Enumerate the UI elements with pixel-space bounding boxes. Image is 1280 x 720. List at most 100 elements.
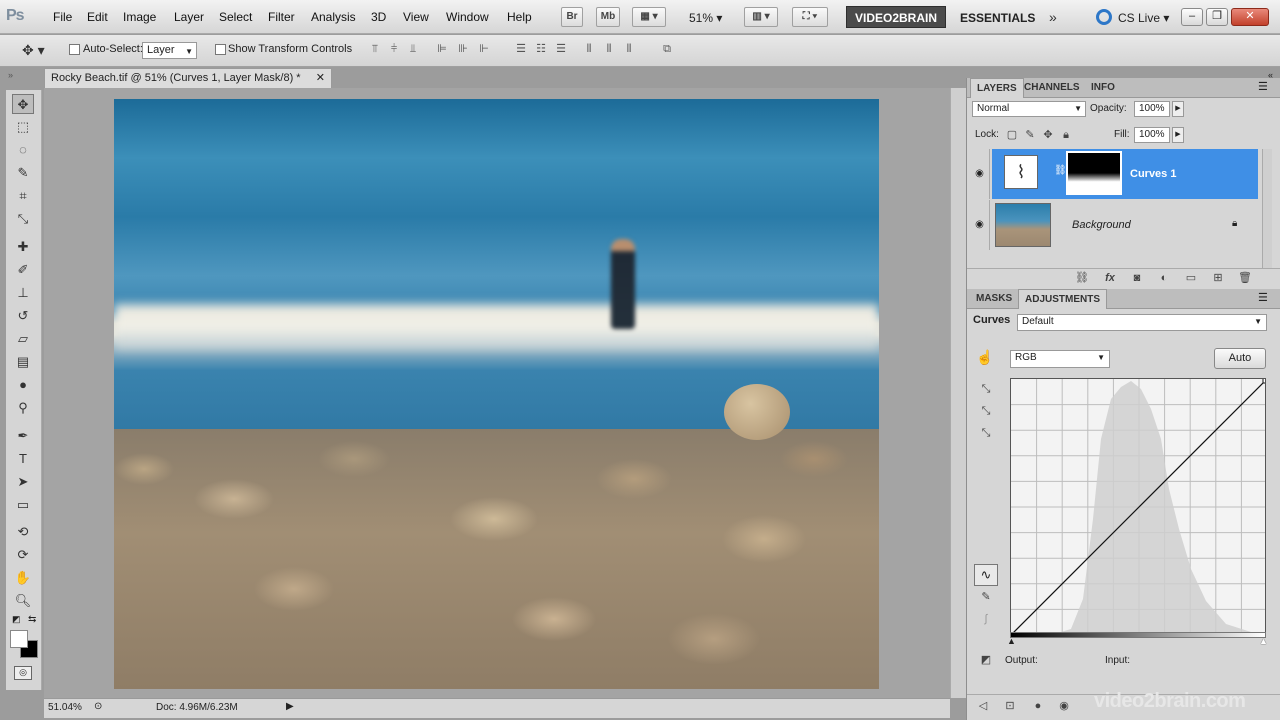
close-document-icon[interactable]: ✕ — [316, 69, 325, 88]
menu-layer[interactable]: Layer — [174, 10, 204, 24]
layers-panel-menu-icon[interactable]: ☰ — [1258, 80, 1268, 93]
extras-button[interactable]: ▦ ▾ — [632, 7, 666, 27]
gray-point-eyedropper-icon[interactable]: ⤡ — [978, 403, 994, 419]
curve-points-tool-icon[interactable]: ∿ — [974, 564, 998, 586]
menu-view[interactable]: View — [403, 10, 429, 24]
zoom-level-menu[interactable]: 51% ▾ — [689, 11, 722, 25]
align-hcenter-icon[interactable]: ⊪ — [456, 42, 470, 56]
black-input-slider-icon[interactable]: ▲ — [1007, 636, 1016, 646]
channel-dropdown[interactable]: RGB ▼ — [1010, 350, 1110, 368]
menu-edit[interactable]: Edit — [87, 10, 108, 24]
document-image[interactable] — [114, 99, 879, 689]
fill-slider-arrow-icon[interactable]: ▶ — [1172, 127, 1184, 143]
workspace-essentials-button[interactable]: ESSENTIALS — [960, 11, 1035, 25]
type-tool-icon[interactable]: T — [12, 449, 34, 469]
menu-help[interactable]: Help — [507, 10, 532, 24]
tab-info[interactable]: INFO — [1085, 78, 1121, 98]
auto-button[interactable]: Auto — [1214, 348, 1266, 369]
swap-colors-icon[interactable]: ⇆ — [28, 614, 36, 625]
maximize-button[interactable]: ❐ — [1206, 8, 1228, 26]
white-input-slider-icon[interactable]: ▲ — [1259, 636, 1268, 646]
foreground-color-swatch[interactable] — [10, 630, 28, 648]
3d-rotate-tool-icon[interactable]: ⟲ — [12, 522, 34, 542]
align-right-icon[interactable]: ⊩ — [477, 42, 491, 56]
bridge-button[interactable]: Br — [561, 7, 583, 27]
lock-image-icon[interactable]: ✎ — [1022, 127, 1038, 143]
align-left-icon[interactable]: ⊫ — [435, 42, 449, 56]
return-to-list-icon[interactable]: ◁ — [975, 698, 991, 714]
curve-pencil-tool-icon[interactable]: ✎ — [978, 589, 994, 605]
on-image-adjust-icon[interactable]: ☝ — [976, 349, 993, 366]
gradient-tool-icon[interactable]: ▤ — [12, 352, 34, 372]
distribute-left-icon[interactable]: ⦀ — [582, 42, 596, 56]
lasso-tool-icon[interactable]: ◌ — [12, 140, 34, 160]
white-point-eyedropper-icon[interactable]: ⤡ — [978, 425, 994, 441]
screen-mode-button[interactable]: ⛶ ▾ — [792, 7, 828, 27]
quick-selection-tool-icon[interactable]: ✎ — [12, 163, 34, 183]
menu-select[interactable]: Select — [219, 10, 252, 24]
new-group-icon[interactable]: ▭ — [1183, 270, 1199, 286]
layer-row-background[interactable]: Background 🔒︎ — [992, 200, 1258, 250]
pen-tool-icon[interactable]: ✒ — [12, 426, 34, 446]
layer-style-icon[interactable]: fx — [1102, 270, 1118, 286]
add-mask-icon[interactable]: ◙ — [1129, 270, 1145, 286]
status-menu-arrow-icon[interactable]: ▶ — [286, 701, 294, 712]
tab-masks[interactable]: MASKS — [970, 289, 1018, 309]
close-button[interactable]: ✕ — [1231, 8, 1269, 26]
new-adjustment-layer-icon[interactable]: ◐ — [1156, 270, 1172, 286]
eraser-tool-icon[interactable]: ▱ — [12, 329, 34, 349]
workspace-brand-button[interactable]: VIDEO2BRAIN — [846, 6, 946, 28]
status-options-icon[interactable]: ⊙ — [94, 701, 102, 712]
marquee-tool-icon[interactable]: ⬚ — [12, 117, 34, 137]
3d-orbit-tool-icon[interactable]: ⟳ — [12, 545, 34, 565]
align-bottom-icon[interactable]: ⫫ — [406, 42, 420, 56]
opacity-slider-arrow-icon[interactable]: ▶ — [1172, 101, 1184, 117]
layers-scrollbar[interactable] — [1262, 149, 1272, 269]
opacity-field[interactable]: 100% — [1134, 101, 1170, 117]
brush-tool-icon[interactable]: ✐ — [12, 260, 34, 280]
menu-image[interactable]: Image — [123, 10, 156, 24]
distribute-top-icon[interactable]: ☰ — [514, 42, 528, 56]
cs-live-menu[interactable]: CS Live ▾ — [1118, 11, 1169, 25]
distribute-right-icon[interactable]: ⦀ — [622, 42, 636, 56]
default-colors-icon[interactable]: ◩ — [12, 614, 21, 625]
mini-bridge-button[interactable]: Mb — [596, 7, 620, 27]
layer-name[interactable]: Background — [1072, 219, 1131, 231]
toggle-visibility-icon[interactable]: ◉ — [1056, 698, 1072, 714]
layer-name[interactable]: Curves 1 — [1130, 168, 1176, 180]
more-workspaces-icon[interactable]: » — [1049, 9, 1057, 25]
tab-layers[interactable]: LAYERS — [970, 78, 1024, 98]
eyedropper-tool-icon[interactable]: ⤡ — [12, 209, 34, 229]
clone-stamp-tool-icon[interactable]: ⊥ — [12, 283, 34, 303]
quick-mask-icon[interactable]: ◎ — [14, 666, 32, 680]
history-brush-tool-icon[interactable]: ↺ — [12, 306, 34, 326]
menu-3d[interactable]: 3D — [371, 10, 386, 24]
hand-tool-icon[interactable]: ✋ — [12, 568, 34, 588]
align-vcenter-icon[interactable]: ⫩ — [387, 42, 401, 56]
dodge-tool-icon[interactable]: ⚲ — [12, 398, 34, 418]
blend-mode-dropdown[interactable]: Normal ▼ — [972, 101, 1086, 117]
rectangle-tool-icon[interactable]: ▭ — [12, 495, 34, 515]
move-tool-preset-icon[interactable]: ✥ ▾ — [22, 42, 45, 59]
layer-mask-thumbnail[interactable] — [1066, 151, 1122, 195]
move-tool-icon[interactable]: ✥ — [12, 94, 34, 114]
healing-brush-tool-icon[interactable]: ✚ — [12, 237, 34, 257]
clip-to-layer-icon[interactable]: ● — [1030, 698, 1046, 714]
link-layers-icon[interactable]: ⛓ — [1074, 270, 1090, 286]
menu-window[interactable]: Window — [446, 10, 489, 24]
menu-analysis[interactable]: Analysis — [311, 10, 356, 24]
auto-select-dropdown[interactable]: Layer ▼ — [142, 42, 197, 59]
menu-filter[interactable]: Filter — [268, 10, 295, 24]
zoom-field[interactable]: 51.04% — [44, 699, 88, 717]
new-layer-icon[interactable]: ⊞ — [1210, 270, 1226, 286]
adjustments-panel-menu-icon[interactable]: ☰ — [1258, 291, 1268, 304]
curves-preset-dropdown[interactable]: Default ▼ — [1017, 314, 1267, 331]
curves-visibility-eye-icon[interactable]: ◉ — [970, 149, 990, 199]
mask-link-icon[interactable]: ⛓ — [1054, 165, 1067, 176]
curve-smooth-icon[interactable]: ∫ — [978, 611, 994, 627]
menu-file[interactable]: File — [53, 10, 72, 24]
distribute-vcenter-icon[interactable]: ☷ — [534, 42, 548, 56]
lock-all-icon[interactable]: 🔒︎ — [1058, 127, 1074, 143]
vertical-scrollbar[interactable] — [950, 88, 966, 698]
background-visibility-eye-icon[interactable]: ◉ — [970, 200, 990, 250]
